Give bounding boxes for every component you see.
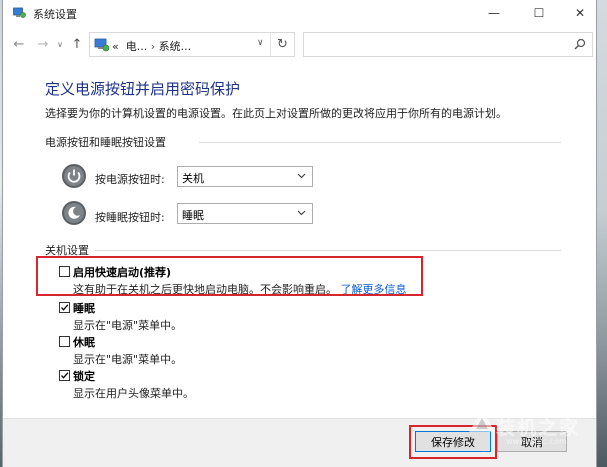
highlight-box xyxy=(36,256,423,296)
sleep-option-label[interactable]: 睡眠 xyxy=(73,300,95,316)
search-icon[interactable] xyxy=(574,38,586,50)
navigation-bar: ← → ∨ ↑ « 电... › 系统... ∨ ↻ xyxy=(3,30,596,58)
search-box[interactable] xyxy=(303,32,593,57)
power-section-heading: 电源按钮和睡眠按钮设置 xyxy=(45,136,166,149)
sleep-button-label: 按睡眠按钮时: xyxy=(95,211,165,224)
up-arrow-icon[interactable]: ↑ xyxy=(69,35,85,53)
section-divider xyxy=(95,250,561,251)
breadcrumb-item[interactable]: 系统... xyxy=(159,40,192,53)
back-arrow-icon[interactable]: ← xyxy=(11,35,27,53)
hibernate-option-label[interactable]: 休眠 xyxy=(73,334,95,350)
maximize-button[interactable]: ☐ xyxy=(518,0,560,26)
sleep-button-select[interactable]: 睡眠 xyxy=(177,203,313,224)
power-button-label: 按电源按钮时: xyxy=(95,173,165,186)
power-button-select[interactable]: 关机 xyxy=(177,166,313,187)
checkmark-icon xyxy=(61,304,69,311)
recent-locations-chevron-icon[interactable]: ∨ xyxy=(55,35,65,53)
lock-checkbox[interactable] xyxy=(59,370,70,381)
window-title: 系统设置 xyxy=(33,8,77,21)
breadcrumb-item[interactable]: 电... xyxy=(126,40,148,53)
dialog-footer: 保存修改 取消 xyxy=(3,418,596,467)
chevron-down-icon xyxy=(297,173,306,179)
chevron-down-icon xyxy=(297,210,306,216)
hibernate-checkbox[interactable] xyxy=(59,336,70,347)
address-dropdown-icon[interactable]: ∨ xyxy=(257,38,264,48)
breadcrumb: « 电... › 系统... xyxy=(112,38,191,54)
power-button-icon xyxy=(62,164,86,188)
control-panel-icon xyxy=(94,38,110,52)
hibernate-option-description: 显示在"电源"菜单中。 xyxy=(73,353,183,366)
cancel-button[interactable]: 取消 xyxy=(497,431,567,452)
lock-option-description: 显示在用户头像菜单中。 xyxy=(73,387,194,400)
sleep-checkbox[interactable] xyxy=(59,302,70,313)
checkmark-icon xyxy=(61,372,69,379)
breadcrumb-overflow[interactable]: « xyxy=(112,40,119,53)
refresh-icon[interactable]: ↻ xyxy=(270,33,294,56)
title-bar[interactable]: 系统设置 — ☐ ✕ xyxy=(3,0,596,26)
page-title: 定义电源按钮并启用密码保护 xyxy=(45,80,241,98)
lock-option-label[interactable]: 锁定 xyxy=(73,368,95,384)
system-settings-window: 系统设置 — ☐ ✕ ← → ∨ ↑ « 电... › 系统... ∨ ↻ 定义… xyxy=(2,0,597,467)
power-button-select-value: 关机 xyxy=(182,172,204,185)
address-bar[interactable]: « 电... › 系统... ∨ ↻ xyxy=(89,32,295,57)
sleep-button-select-value: 睡眠 xyxy=(182,209,204,222)
close-button[interactable]: ✕ xyxy=(559,0,601,26)
highlight-box xyxy=(409,425,497,459)
page-description: 选择要为你的计算机设置的电源设置。在此页上对设置所做的更改将应用于你所有的电源计… xyxy=(45,107,507,120)
sleep-option-description: 显示在"电源"菜单中。 xyxy=(73,319,183,332)
sleep-button-icon xyxy=(62,201,86,225)
forward-arrow-icon[interactable]: → xyxy=(35,35,51,53)
section-divider xyxy=(199,142,561,143)
breadcrumb-separator[interactable]: › xyxy=(151,40,155,53)
control-panel-icon xyxy=(13,7,26,18)
minimize-button[interactable]: — xyxy=(473,0,515,26)
